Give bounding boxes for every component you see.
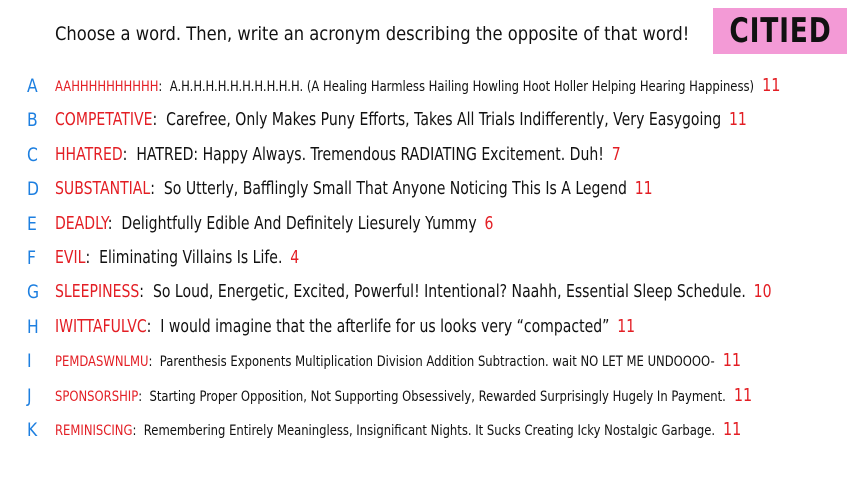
- entry-word: DEADLY: [55, 213, 108, 234]
- entry-line: SLEEPINESS: So Loud, Energetic, Excited,…: [55, 281, 772, 302]
- entry-score: 4: [290, 247, 300, 268]
- entry-word: COMPETATIVE: [55, 109, 153, 130]
- list-item: G SLEEPINESS: So Loud, Energetic, Excite…: [0, 276, 853, 308]
- entry-score: 10: [753, 281, 772, 302]
- entry-score: 11: [722, 350, 742, 371]
- entry-acronym: I would imagine that the afterlife for u…: [160, 316, 610, 337]
- entry-letter: F: [27, 247, 36, 269]
- entry-acronym: So Loud, Energetic, Excited, Powerful! I…: [152, 281, 746, 302]
- entry-letter: A: [27, 75, 38, 97]
- entry-letter: J: [27, 385, 32, 407]
- entry-line: SUBSTANTIAL: So Utterly, Bafflingly Smal…: [55, 178, 653, 199]
- entry-score: 11: [617, 316, 636, 337]
- prompt-text: Choose a word. Then, write an acronym de…: [55, 23, 690, 45]
- entry-acronym: Remembering Entirely Meaningless, Insign…: [143, 423, 716, 439]
- entry-acronym: So Utterly, Bafflingly Small That Anyone…: [163, 178, 627, 199]
- entry-word: SPONSORSHIP: [55, 389, 139, 405]
- entry-word: EVIL: [55, 247, 86, 268]
- entry-letter: E: [27, 213, 37, 235]
- entry-letter: H: [27, 316, 39, 338]
- entry-acronym: Eliminating Villains Is Life.: [99, 247, 283, 268]
- entry-acronym: A.H.H.H.H.H.H.H.H.H.H. (A Healing Harmle…: [169, 79, 755, 95]
- entry-letter: C: [27, 144, 38, 166]
- entry-line: IWITTAFULVC: I would imagine that the af…: [55, 316, 636, 337]
- list-item: B COMPETATIVE: Carefree, Only Makes Puny…: [0, 104, 853, 136]
- entry-score: 6: [484, 213, 494, 234]
- entry-line: DEADLY: Delightfully Edible And Definite…: [55, 213, 494, 234]
- entry-word: IWITTAFULVC: [55, 316, 147, 337]
- entry-score: 11: [762, 75, 781, 96]
- list-item: A AAHHHHHHHHHH: A.H.H.H.H.H.H.H.H.H.H. (…: [0, 70, 853, 102]
- entry-score: 7: [611, 144, 621, 165]
- entry-acronym: Carefree, Only Makes Puny Efforts, Takes…: [166, 109, 722, 130]
- entry-acronym: Starting Proper Opposition, Not Supporti…: [149, 389, 726, 405]
- list-item: H IWITTAFULVC: I would imagine that the …: [0, 311, 853, 343]
- entry-line: PEMDASWNLMU: Parenthesis Exponents Multi…: [55, 350, 742, 371]
- entry-word: HHATRED: [55, 144, 123, 165]
- entry-score: 11: [733, 385, 753, 406]
- entry-line: REMINISCING: Remembering Entirely Meanin…: [55, 419, 742, 440]
- list-item: D SUBSTANTIAL: So Utterly, Bafflingly Sm…: [0, 173, 853, 205]
- entry-line: HHATRED: HATRED: Happy Always. Tremendou…: [55, 144, 621, 165]
- entry-line: COMPETATIVE: Carefree, Only Makes Puny E…: [55, 109, 747, 130]
- entry-line: AAHHHHHHHHHH: A.H.H.H.H.H.H.H.H.H.H. (A …: [55, 75, 781, 96]
- entry-acronym: HATRED: Happy Always. Tremendous RADIATI…: [136, 144, 604, 165]
- entry-line: EVIL: Eliminating Villains Is Life. 4: [55, 247, 300, 268]
- entry-word: REMINISCING: [55, 423, 133, 439]
- entry-word: AAHHHHHHHHHH: [55, 79, 159, 95]
- entry-score: 11: [728, 109, 747, 130]
- entry-letter: K: [27, 419, 38, 441]
- list-item: J SPONSORSHIP: Starting Proper Oppositio…: [0, 380, 853, 412]
- entry-letter: B: [27, 109, 38, 131]
- entry-acronym: Delightfully Edible And Definitely Liesu…: [121, 213, 477, 234]
- entry-score: 11: [634, 178, 653, 199]
- entry-letter: D: [27, 178, 40, 200]
- list-item: C HHATRED: HATRED: Happy Always. Tremend…: [0, 139, 853, 171]
- list-item: E DEADLY: Delightfully Edible And Defini…: [0, 208, 853, 240]
- list-item: I PEMDASWNLMU: Parenthesis Exponents Mul…: [0, 345, 853, 377]
- entry-word: SLEEPINESS: [55, 281, 140, 302]
- logo: CITIED: [713, 8, 847, 54]
- list-item: F EVIL: Eliminating Villains Is Life. 4: [0, 242, 853, 274]
- entry-word: PEMDASWNLMU: [55, 354, 149, 370]
- entry-letter: G: [27, 281, 40, 303]
- entry-letter: I: [27, 350, 32, 372]
- logo-text: CITIED: [728, 11, 832, 51]
- list-item: K REMINISCING: Remembering Entirely Mean…: [0, 414, 853, 446]
- entry-score: 11: [723, 419, 742, 440]
- entry-word: SUBSTANTIAL: [55, 178, 151, 199]
- entry-line: SPONSORSHIP: Starting Proper Opposition,…: [55, 385, 753, 406]
- entry-acronym: Parenthesis Exponents Multiplication Div…: [159, 354, 715, 370]
